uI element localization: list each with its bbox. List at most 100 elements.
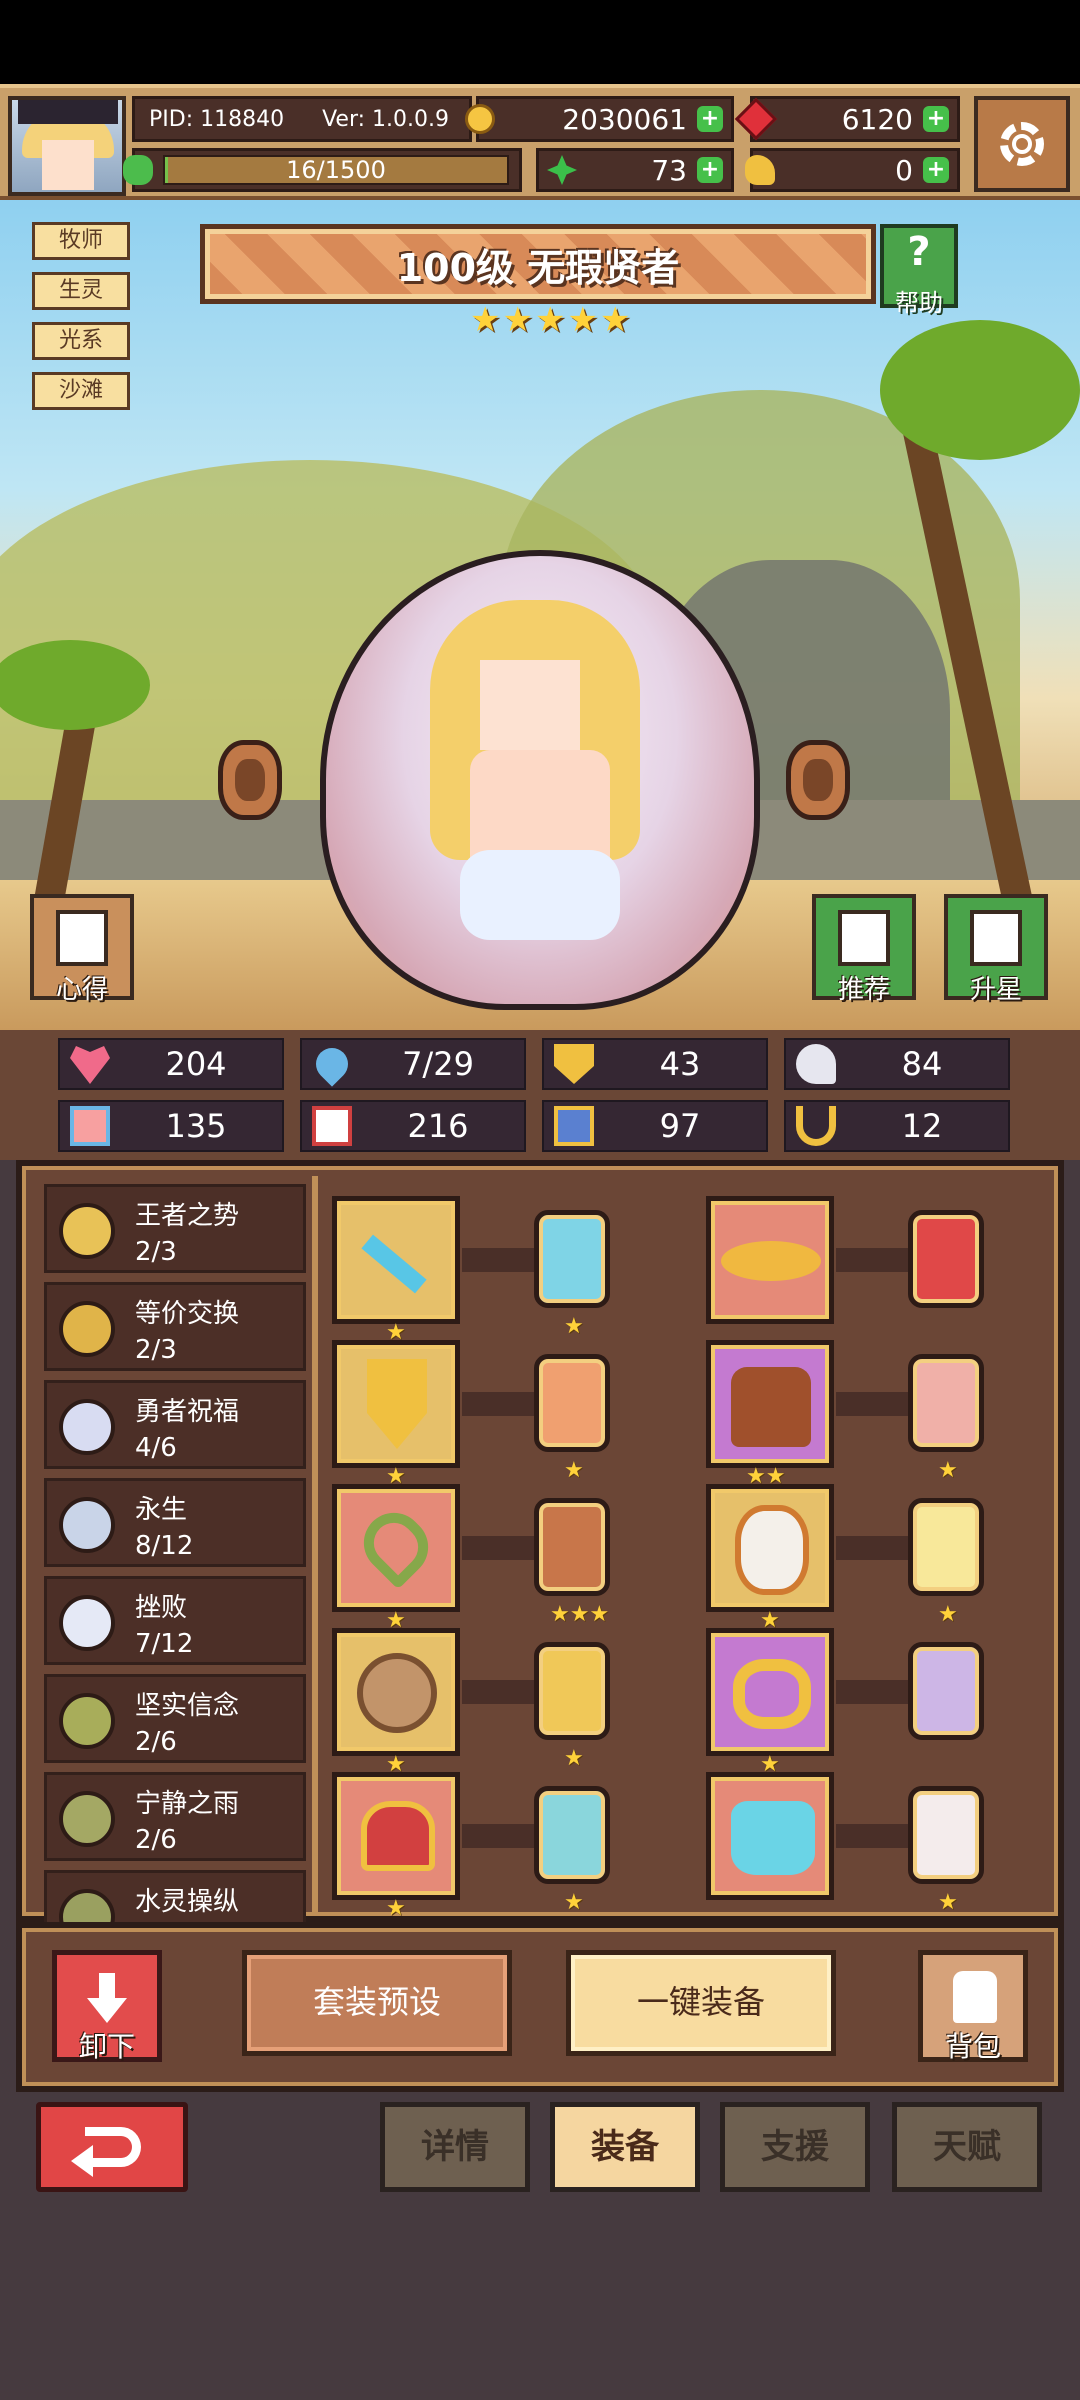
backpack-notes-icon	[56, 910, 108, 966]
backpack-label: 背包	[944, 2030, 1001, 2063]
star-icon: ★	[567, 300, 598, 340]
wing-icon	[796, 1044, 836, 1084]
hero-tags: 牧师 生灵 光系 沙滩	[32, 222, 130, 422]
heart-necklace-icon	[351, 1500, 441, 1590]
set-bonus-item[interactable]: 挫败 7/12	[44, 1576, 306, 1665]
star-icon: ★	[470, 300, 501, 340]
shield-icon	[554, 1044, 594, 1084]
ring-slot[interactable]	[332, 1628, 460, 1756]
tag-element[interactable]: 光系	[32, 322, 130, 360]
hero-title: 100级 无瑕贤者	[396, 245, 680, 290]
backpack-button[interactable]: 背包	[918, 1950, 1028, 2063]
pet-rune-slot[interactable]	[908, 1498, 984, 1596]
strength-box: 0 +	[745, 148, 960, 192]
set-bonus-list[interactable]: 王者之势 2/3 等价交换 2/3 勇者祝福 4/6 永生 8/12 挫败 7/…	[44, 1184, 306, 1924]
back-button[interactable]	[36, 2102, 188, 2192]
necklace-rune-slot[interactable]	[534, 1498, 610, 1596]
set-bonus-item[interactable]: 等价交换 2/3	[44, 1282, 306, 1371]
recommend-button[interactable]: 推荐	[812, 894, 916, 1005]
spellbook-icon	[312, 1106, 352, 1146]
add-clover-button[interactable]: +	[697, 157, 723, 183]
stat-mana: 7/29	[300, 1038, 526, 1090]
shell-ring-icon	[357, 1653, 437, 1733]
hero-stats: 204 7/29 43 84 135 216 97 12	[0, 1030, 1080, 1160]
star-icon: ★	[502, 300, 533, 340]
set-bonus-item[interactable]: 勇者祝福 4/6	[44, 1380, 306, 1469]
equip-all-button[interactable]: 一键装备	[566, 1950, 836, 2056]
hero-star-rating: ★ ★ ★ ★ ★	[470, 300, 632, 340]
boots-slot[interactable]	[706, 1772, 834, 1900]
helmet-slot[interactable]	[706, 1196, 834, 1324]
tab-support[interactable]: 支援	[720, 2102, 870, 2192]
help-button[interactable]: ? 帮助	[880, 224, 958, 317]
tag-class[interactable]: 牧师	[32, 222, 130, 260]
armor-rune-slot[interactable]	[908, 1354, 984, 1452]
stat-defense: 43	[542, 1038, 768, 1090]
offhand-rune-slot[interactable]	[534, 1354, 610, 1452]
tab-equipment[interactable]: 装备	[550, 2102, 700, 2192]
equipment-actions: 卸下 套装预设 一键装备 背包	[16, 1922, 1064, 2092]
set-bonus-item[interactable]: 水灵操纵	[44, 1870, 306, 1924]
ice-boots-icon	[731, 1801, 815, 1875]
right-shell-orb-icon[interactable]	[786, 740, 850, 820]
left-shell-orb-icon[interactable]	[218, 740, 282, 820]
belt-rune-slot[interactable]	[908, 1642, 984, 1740]
set-bonus-item[interactable]: 王者之势 2/3	[44, 1184, 306, 1273]
fist-icon	[70, 1106, 110, 1146]
player-avatar[interactable]	[8, 96, 126, 196]
necklace-slot[interactable]	[332, 1484, 460, 1612]
offhand-slot[interactable]	[332, 1340, 460, 1468]
stamina-box: 16/1500	[123, 148, 522, 192]
unequip-label: 卸下	[78, 2030, 135, 2063]
armor-slot[interactable]	[706, 1340, 834, 1468]
bracelet-rune-slot[interactable]	[534, 1786, 610, 1884]
gold-box: 2030061 +	[465, 96, 734, 142]
add-strength-button[interactable]: +	[923, 157, 949, 183]
unequip-button[interactable]: 卸下	[52, 1950, 162, 2063]
stat-armor-pen: 97	[542, 1100, 768, 1152]
belt-slot[interactable]	[706, 1628, 834, 1756]
system-status-bar	[0, 0, 1080, 84]
star-upgrade-icon	[970, 910, 1022, 966]
bracelet-slot[interactable]	[332, 1772, 460, 1900]
bottom-navigation: 详情 装备 支援 天赋	[0, 2092, 1080, 2400]
armor-chest-icon	[731, 1367, 811, 1447]
weapon-slot[interactable]	[332, 1196, 460, 1324]
down-arrow-icon	[87, 1973, 127, 2023]
set-bonus-item[interactable]: 宁静之雨 2/6	[44, 1772, 306, 1861]
ice-staff-icon	[361, 1234, 427, 1294]
weapon-rune-slot[interactable]	[534, 1210, 610, 1308]
red-gem-crown-icon	[361, 1801, 435, 1871]
add-gold-button[interactable]: +	[697, 106, 723, 132]
game-version: Ver: 1.0.0.9	[322, 106, 449, 132]
gold-coin-icon	[465, 104, 495, 134]
pet-slot[interactable]	[706, 1484, 834, 1612]
tag-race[interactable]: 生灵	[32, 272, 130, 310]
set-medal-icon	[59, 1889, 115, 1924]
helmet-rune-slot[interactable]	[908, 1210, 984, 1308]
set-medal-icon	[59, 1203, 115, 1259]
set-medal-icon	[59, 1791, 115, 1847]
boots-rune-slot[interactable]	[908, 1786, 984, 1884]
upgrade-star-button[interactable]: 升星	[944, 894, 1048, 1005]
pid-version-box: PID: 118840 Ver: 1.0.0.9	[132, 96, 472, 142]
water-drop-icon	[309, 1041, 355, 1087]
set-medal-icon	[59, 1301, 115, 1357]
ring-rune-slot[interactable]	[534, 1642, 610, 1740]
notes-button[interactable]: 心得	[30, 894, 134, 1005]
set-bonus-item[interactable]: 永生 8/12	[44, 1478, 306, 1567]
hero-character-sprite[interactable]	[430, 600, 640, 960]
tag-terrain[interactable]: 沙滩	[32, 372, 130, 410]
tab-details[interactable]: 详情	[380, 2102, 530, 2192]
help-label: 帮助	[895, 289, 943, 317]
set-preset-button[interactable]: 套装预设	[242, 1950, 512, 2056]
tab-talent[interactable]: 天赋	[892, 2102, 1042, 2192]
add-ruby-button[interactable]: +	[923, 106, 949, 132]
set-preset-label: 套装预设	[312, 1983, 441, 2021]
ruby-amount: 6120	[841, 102, 913, 136]
clover-stamina-icon	[123, 155, 153, 185]
settings-button[interactable]	[974, 96, 1070, 192]
player-id: PID: 118840	[149, 106, 285, 132]
set-bonus-item[interactable]: 坚实信念 2/6	[44, 1674, 306, 1763]
golden-ring-icon	[733, 1659, 811, 1729]
